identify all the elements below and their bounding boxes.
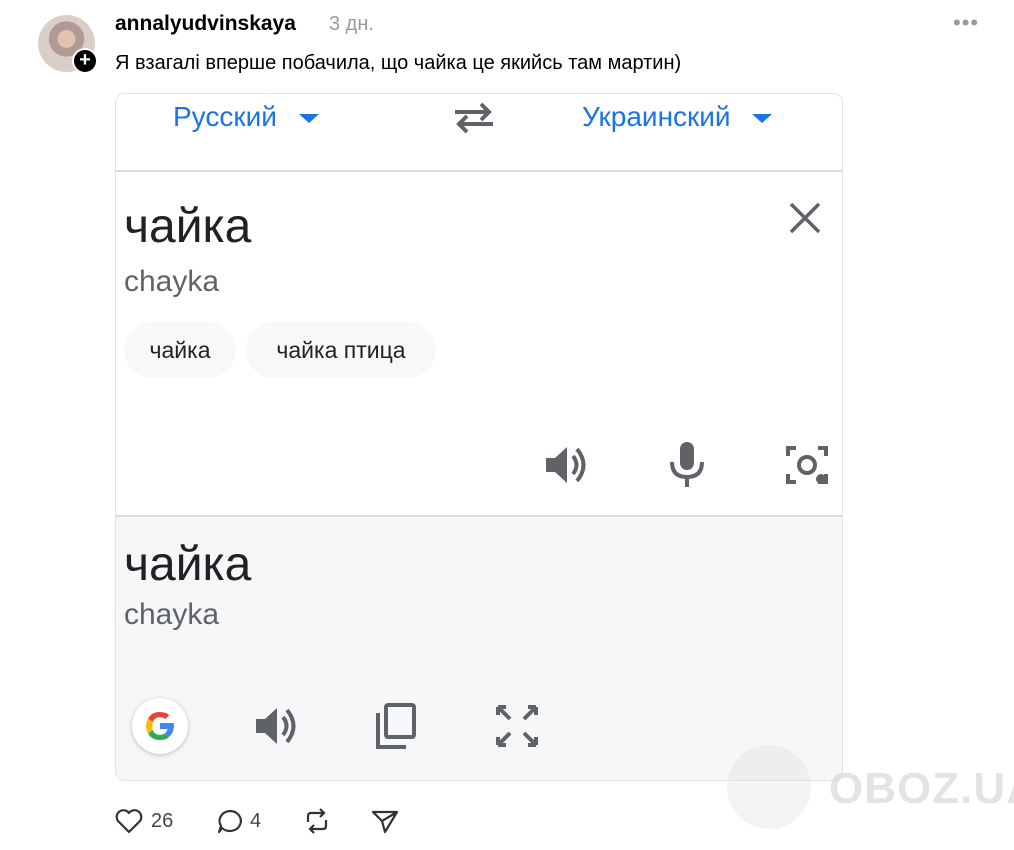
follow-plus-icon[interactable]: + [72, 48, 98, 74]
translate-screenshot[interactable]: Русский Украинский чайка chayka чайка ча… [115, 93, 843, 781]
language-bar: Русский Украинский [116, 94, 842, 172]
speaker-icon [546, 447, 586, 483]
chevron-down-icon [752, 114, 773, 124]
share-icon[interactable] [370, 808, 400, 834]
camera-icon [786, 446, 828, 484]
more-icon[interactable]: ••• [953, 10, 979, 36]
chevron-down-icon [298, 114, 319, 124]
source-transliteration: chayka [124, 265, 220, 298]
swap-icon [455, 102, 493, 134]
fullscreen-icon [496, 705, 538, 747]
heart-icon[interactable] [114, 808, 144, 834]
mic-icon [670, 442, 704, 487]
suggestion-chip: чайка [124, 322, 236, 378]
watermark-logo [727, 745, 811, 829]
post-text: Я взагалі вперше побачила, що чайка це я… [115, 52, 682, 74]
input-area: чайка chayka чайка чайка птица [116, 172, 842, 517]
output-area: чайка chayka [116, 517, 842, 780]
source-language: Русский [173, 101, 319, 133]
close-icon [789, 202, 821, 234]
username[interactable]: annalyudvinskaya [115, 12, 296, 36]
copy-icon [376, 703, 416, 749]
like-count: 26 [151, 810, 174, 832]
post-time: 3 дн. [329, 13, 374, 35]
target-language: Украинский [582, 101, 773, 133]
watermark-text: OBOZ.UA [829, 764, 1014, 813]
target-language-label: Украинский [582, 101, 731, 132]
speaker-icon [256, 708, 296, 744]
google-icon [132, 698, 188, 754]
repost-icon[interactable] [302, 808, 332, 834]
translated-transliteration: chayka [124, 598, 220, 631]
comment-count: 4 [250, 810, 262, 832]
suggestion-chip: чайка птица [246, 322, 436, 378]
source-language-label: Русский [173, 101, 277, 132]
google-g-logo [146, 712, 174, 740]
translated-word: чайка [124, 538, 252, 591]
source-word: чайка [124, 200, 252, 253]
comment-icon[interactable] [215, 808, 245, 834]
